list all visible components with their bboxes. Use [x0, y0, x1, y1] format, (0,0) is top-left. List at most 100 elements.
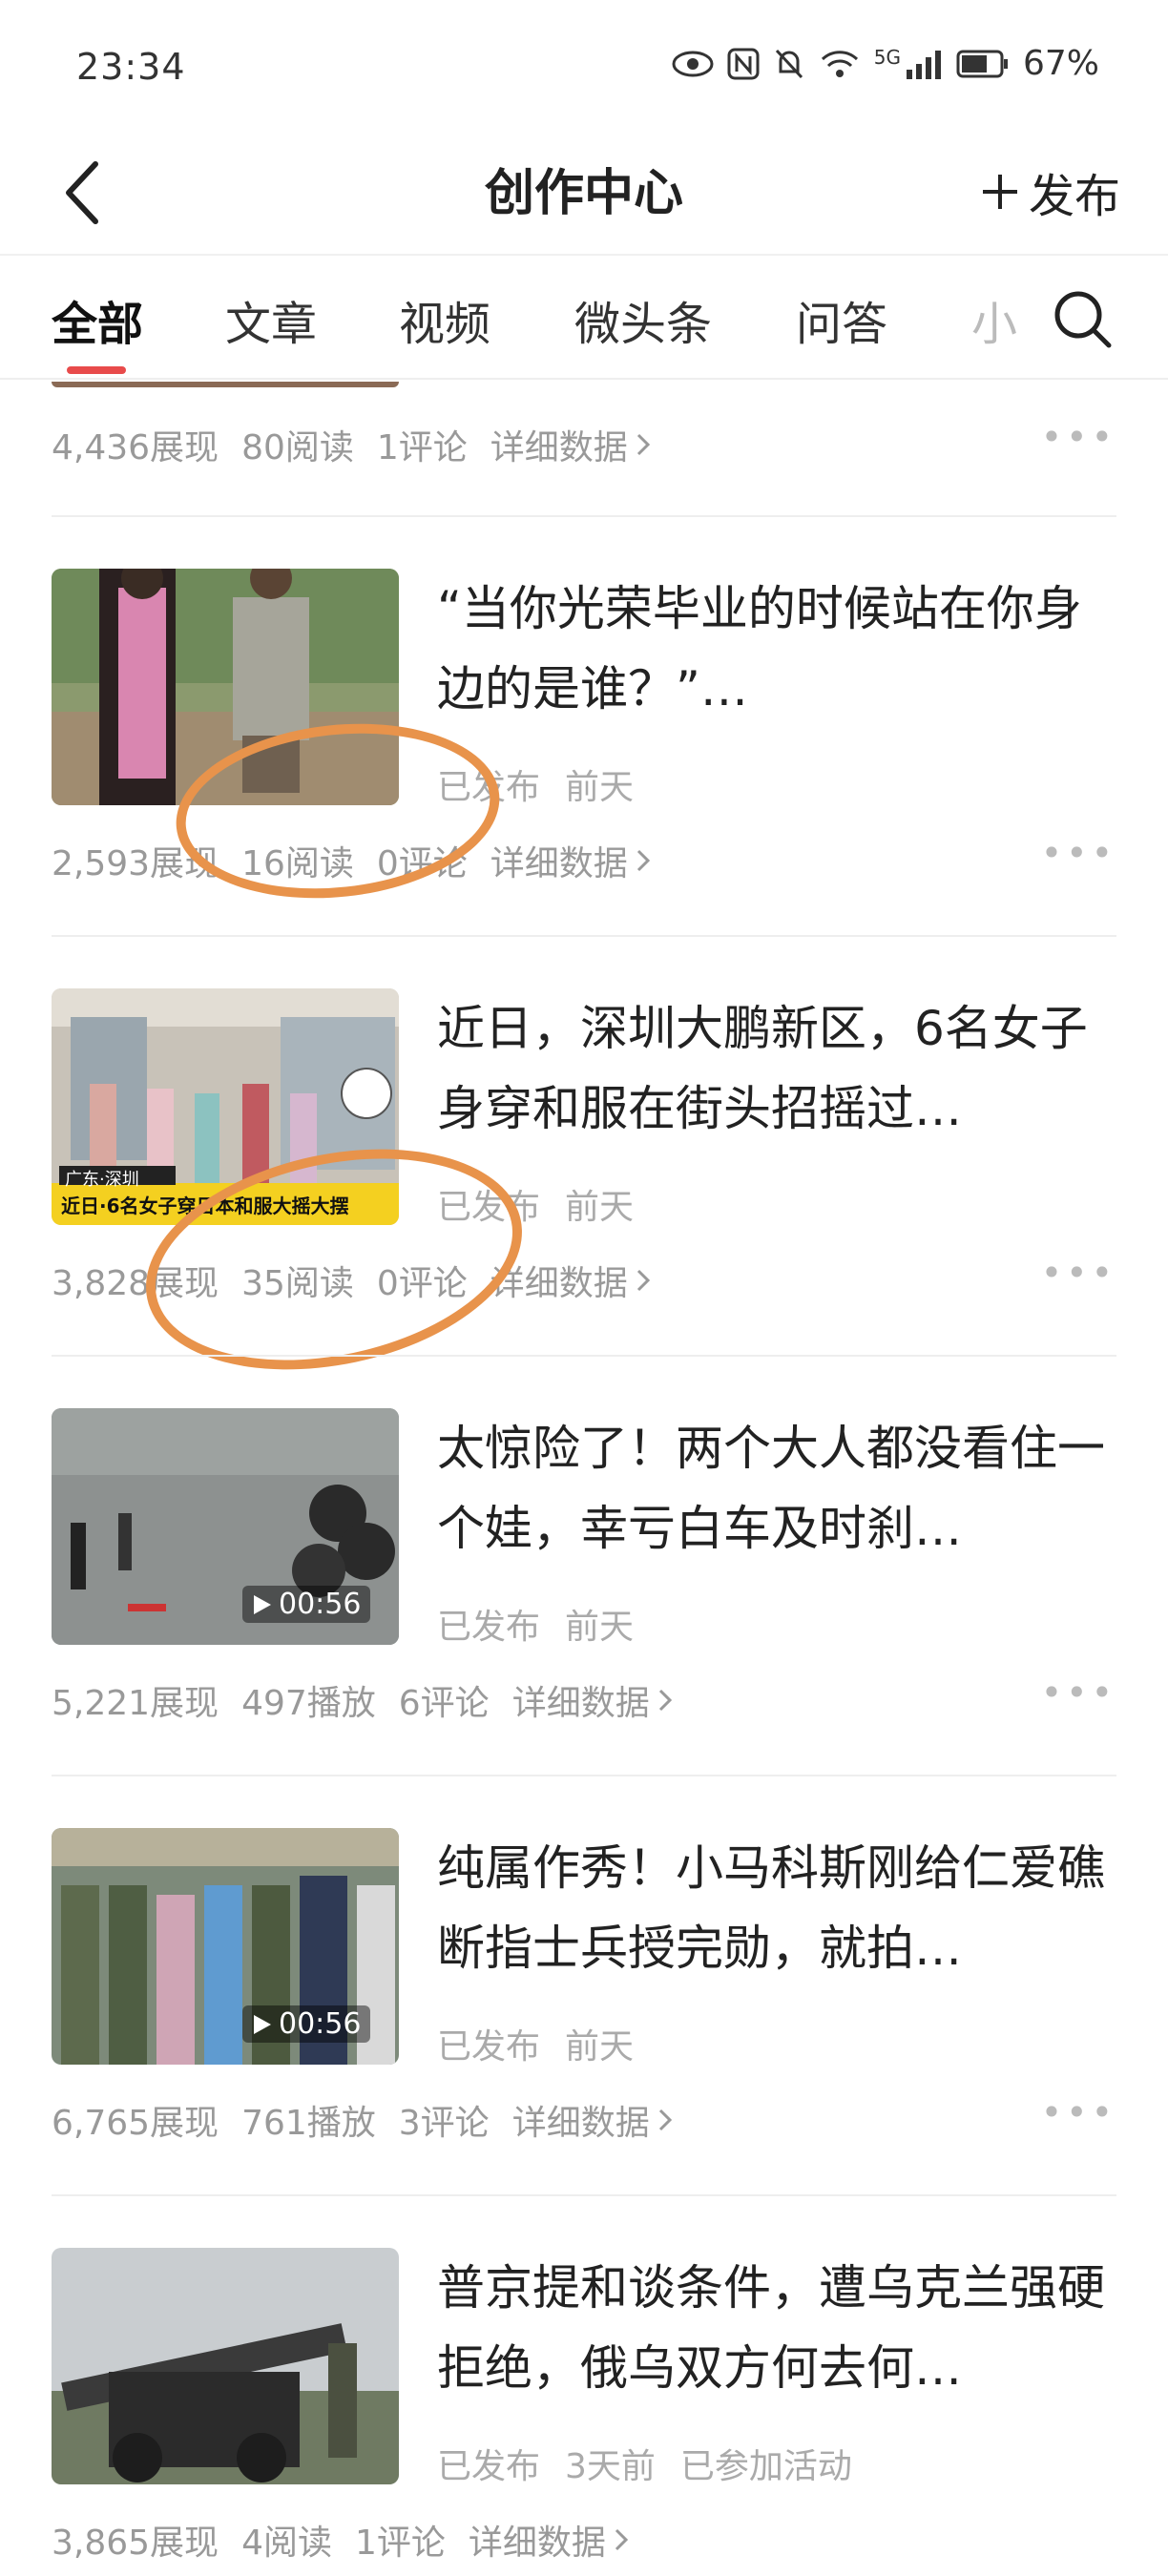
search-icon[interactable] [1050, 286, 1115, 351]
video-thumbnail: 00:56 [52, 1408, 399, 1645]
publish-status: 已发布 [437, 2027, 541, 2067]
signal-icon [906, 50, 941, 79]
comments-stat: 6评论 [398, 1684, 490, 1723]
divider [52, 1355, 1116, 1357]
publish-time: 前天 [565, 2027, 635, 2067]
comments-stat: 3评论 [398, 2104, 490, 2143]
detail-data-link[interactable]: 详细数据 [512, 2095, 673, 2145]
impressions-stat: 2,593展现 [52, 844, 219, 883]
detail-data-link[interactable]: 详细数据 [490, 1256, 651, 1305]
more-options-icon[interactable]: ••• [1041, 416, 1116, 458]
article-title[interactable]: “当你光荣毕业的时候站在你身边的是谁？”… [437, 569, 1115, 729]
impressions-stat: 3,828展现 [52, 1264, 219, 1303]
impressions-stat: 5,221展现 [52, 1684, 219, 1723]
publish-status: 已发布 [437, 768, 541, 807]
stats-row: 4,436展现 80阅读 1评论 详细数据 [52, 420, 651, 469]
active-tab-indicator [67, 366, 126, 374]
status-bar: 23:34 5G 67% [0, 0, 1168, 134]
reads-stat: 4阅读 [241, 2524, 332, 2563]
reads-stat: 80阅读 [241, 428, 354, 467]
content-tabs: 全部 文章 视频 微头条 问答 小 [0, 258, 1168, 380]
divider [52, 2194, 1116, 2196]
nav-bar: 创作中心 发布 [0, 134, 1168, 256]
detail-data-link[interactable]: 详细数据 [512, 1675, 673, 1725]
list-item[interactable]: 00:56 太惊险了！两个大人都没看住一个娃，幸亏白车及时刹… 已发布 前天 5… [0, 1408, 1168, 1828]
wifi-icon [821, 50, 858, 77]
publish-meta: 已发布 前天 [437, 759, 634, 809]
article-title[interactable]: 太惊险了！两个大人都没看住一个娃，幸亏白车及时刹… [437, 1408, 1115, 1568]
plays-stat: 761播放 [241, 2104, 376, 2143]
tab-qa[interactable]: 问答 [796, 286, 887, 353]
tab-articles[interactable]: 文章 [225, 286, 317, 353]
publish-button[interactable]: 发布 [981, 158, 1120, 225]
publish-time: 3天前 [565, 2447, 656, 2486]
chevron-right-icon [658, 1689, 672, 1712]
reads-stat: 16阅读 [241, 844, 354, 883]
list-item[interactable]: 00:56 纯属作秀！小马科斯刚给仁爱礁断指士兵授完勋，就拍… 已发布 前天 6… [0, 1828, 1168, 2248]
more-options-icon[interactable]: ••• [1041, 1252, 1116, 1294]
stats-row: 6,765展现 761播放 3评论 详细数据 [52, 2095, 673, 2145]
chevron-right-icon [636, 433, 650, 456]
list-item[interactable]: 广东·深圳 近日·6名女子穿日本和服大摇大摆 近日，深圳大鹏新区，6名女子身穿和… [0, 988, 1168, 1408]
video-thumbnail: 00:56 [52, 1828, 399, 2065]
tab-videos[interactable]: 视频 [399, 286, 490, 353]
publish-time: 前天 [565, 768, 635, 807]
reads-stat: 35阅读 [241, 1264, 354, 1303]
impressions-stat: 4,436展现 [52, 428, 219, 467]
publish-status: 已发布 [437, 1608, 541, 1647]
more-options-icon[interactable]: ••• [1041, 2091, 1116, 2133]
tab-all[interactable]: 全部 [52, 286, 143, 353]
publish-time: 前天 [565, 1608, 635, 1647]
play-icon [254, 2014, 271, 2034]
divider [52, 1775, 1116, 1776]
publish-label: 发布 [1028, 170, 1120, 223]
impressions-stat: 6,765展现 [52, 2104, 219, 2143]
article-thumbnail: 广东·深圳 近日·6名女子穿日本和服大摇大摆 [52, 988, 399, 1225]
battery-percent: 67% [1022, 44, 1099, 83]
play-icon [254, 1594, 271, 1614]
article-thumbnail [52, 569, 399, 805]
stats-row: 5,221展现 497播放 6评论 详细数据 [52, 1675, 673, 1725]
video-duration: 00:56 [242, 2005, 371, 2043]
list-item[interactable]: 普京提和谈条件，遭乌克兰强硬拒绝，俄乌双方何去何… 已发布 3天前 已参加活动 … [0, 2248, 1168, 2576]
detail-data-link[interactable]: 详细数据 [469, 2515, 629, 2565]
status-icons: 5G 67% [672, 44, 1099, 83]
article-title[interactable]: 近日，深圳大鹏新区，6名女子身穿和服在街头招摇过… [437, 988, 1115, 1149]
more-options-icon[interactable]: ••• [1041, 1672, 1116, 1714]
comments-stat: 1评论 [376, 428, 468, 467]
tab-more-partial[interactable]: 小 [971, 286, 1017, 353]
more-options-icon[interactable]: ••• [1041, 832, 1116, 874]
partial-thumbnail [52, 382, 399, 387]
publish-meta: 已发布 前天 [437, 2019, 634, 2068]
plays-stat: 497播放 [241, 1684, 376, 1723]
nfc-icon [727, 48, 760, 79]
article-thumbnail [52, 2248, 399, 2484]
tab-micro-headlines[interactable]: 微头条 [574, 286, 712, 353]
chevron-right-icon [615, 2528, 629, 2551]
video-duration: 00:56 [242, 1586, 371, 1623]
chevron-right-icon [636, 1269, 650, 1292]
publish-status: 已发布 [437, 2447, 541, 2486]
thumb-caption: 近日·6名女子穿日本和服大摇大摆 [61, 1195, 349, 1217]
article-title[interactable]: 普京提和谈条件，遭乌克兰强硬拒绝，俄乌双方何去何… [437, 2248, 1115, 2408]
publish-meta: 已发布 前天 [437, 1179, 634, 1229]
article-title[interactable]: 纯属作秀！小马科斯刚给仁爱礁断指士兵授完勋，就拍… [437, 1828, 1115, 1988]
publish-time: 前天 [565, 1188, 635, 1227]
battery-icon [956, 50, 1008, 77]
detail-data-link[interactable]: 详细数据 [490, 836, 651, 885]
publish-meta: 已发布 3天前 已参加活动 [437, 2439, 852, 2488]
detail-data-link[interactable]: 详细数据 [490, 420, 651, 469]
plus-icon [982, 175, 1017, 209]
network-type: 5G [873, 45, 901, 69]
comments-stat: 1评论 [354, 2524, 446, 2563]
divider [52, 935, 1116, 937]
mute-bell-icon [775, 49, 803, 78]
chevron-right-icon [658, 2109, 672, 2131]
thumb-location-tag: 广东·深圳 [65, 1170, 139, 1190]
comments-stat: 0评论 [376, 1264, 468, 1303]
list-item[interactable]: “当你光荣毕业的时候站在你身边的是谁？”… 已发布 前天 2,593展现 16阅… [0, 569, 1168, 988]
publish-meta: 已发布 前天 [437, 1599, 634, 1649]
stats-row: 3,828展现 35阅读 0评论 详细数据 [52, 1256, 651, 1305]
eye-icon [672, 51, 714, 76]
stats-row: 3,865展现 4阅读 1评论 详细数据 [52, 2515, 629, 2565]
